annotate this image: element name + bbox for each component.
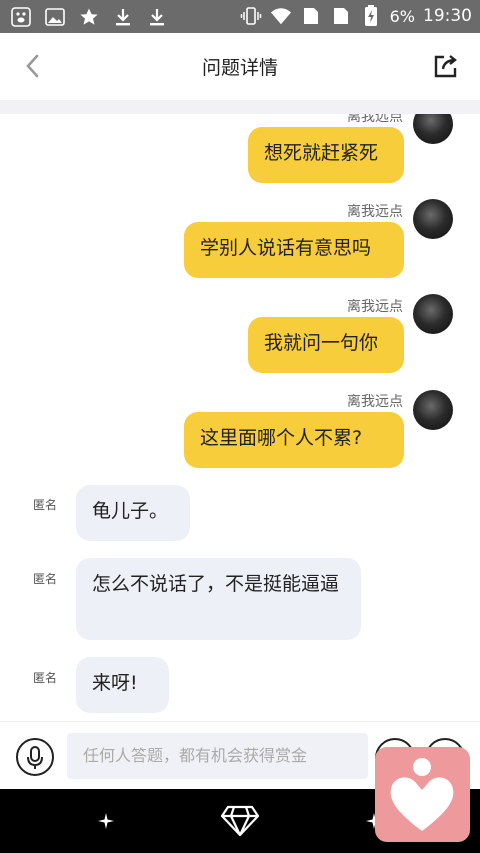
sender-name: 匿名 <box>33 572 58 586</box>
sim-card-icon <box>330 5 352 27</box>
battery-charging-icon <box>360 5 382 27</box>
status-bar: 6% 19:30 <box>0 0 480 33</box>
sender-name: 匿名 <box>33 671 58 685</box>
avatar[interactable] <box>413 294 453 334</box>
chat-list[interactable]: 离我远点 想死就赶紧死 离我远点 学别人说话有意思吗 离我远点 我就问一句你 离… <box>0 114 480 721</box>
sim-card-icon <box>300 5 322 27</box>
message-bubble[interactable]: 想死就赶紧死 <box>248 127 404 183</box>
message-bubble[interactable]: 怎么不说话了，不是挺能逼逼 <box>76 558 361 640</box>
sender-name: 离我远点 <box>347 394 403 410</box>
message-bubble[interactable]: 学别人说话有意思吗 <box>184 222 404 278</box>
gallery-icon <box>44 6 66 28</box>
sparkle-icon[interactable] <box>96 811 116 835</box>
download-icon <box>112 6 134 28</box>
star-icon <box>78 6 100 28</box>
header: 问题详情 <box>0 33 480 100</box>
sender-name: 离我远点 <box>347 114 403 125</box>
diamond-icon[interactable] <box>220 804 260 842</box>
floating-app-button[interactable] <box>375 747 470 842</box>
download-icon <box>146 6 168 28</box>
mic-icon <box>27 746 43 769</box>
avatar[interactable] <box>413 114 453 144</box>
message-bubble[interactable]: 我就问一句你 <box>248 317 404 373</box>
sender-name: 离我远点 <box>347 204 403 220</box>
answer-input[interactable]: 任何人答题，都有机会获得赏金 <box>67 733 368 779</box>
message-bubble[interactable]: 龟儿子。 <box>76 485 190 541</box>
avatar[interactable] <box>413 390 453 430</box>
message-bubble[interactable]: 这里面哪个人不累? <box>184 412 404 468</box>
battery-percent: 6% <box>389 6 415 26</box>
page-title: 问题详情 <box>201 57 278 79</box>
voice-input-button[interactable] <box>16 738 54 776</box>
baidu-paw-icon <box>10 6 32 28</box>
heart-app-icon <box>390 758 454 831</box>
avatar[interactable] <box>413 199 453 239</box>
message-bubble[interactable]: 来呀! <box>76 657 169 713</box>
wifi-icon <box>270 5 292 27</box>
share-icon[interactable] <box>432 52 460 80</box>
header-divider <box>0 100 480 114</box>
sender-name: 离我远点 <box>347 299 403 315</box>
clock: 19:30 <box>423 6 472 26</box>
vibrate-icon <box>240 5 262 27</box>
sender-name: 匿名 <box>33 498 58 512</box>
